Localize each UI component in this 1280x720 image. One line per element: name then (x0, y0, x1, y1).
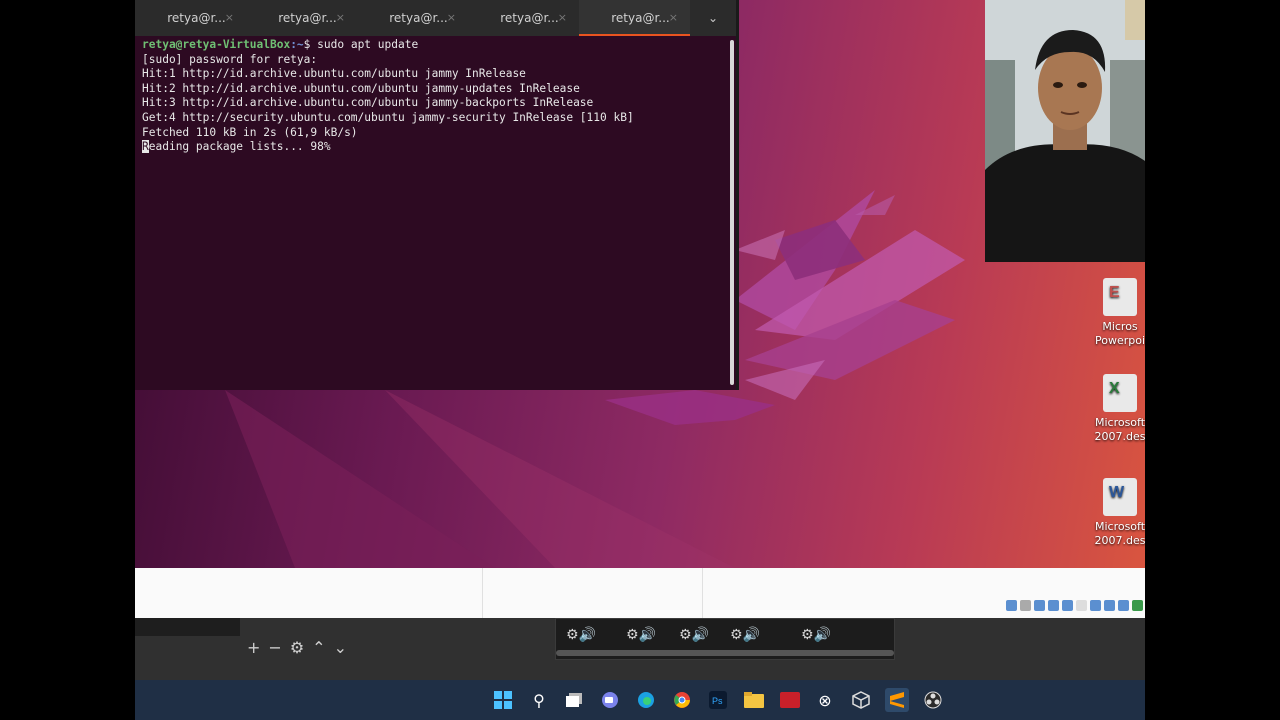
terminal-tab-bar: retya@r... × retya@r... × retya@r... × rety… (135, 0, 736, 36)
mixer-channel-settings-icon[interactable]: ⚙🔊 (730, 627, 760, 643)
desktop-icon-excel[interactable]: X Microsoft 2007.des (1085, 374, 1145, 444)
tab-close-icon[interactable]: × (225, 11, 234, 24)
mixer-channel-settings-icon[interactable]: ⚙🔊 (566, 627, 596, 643)
terminal-line: Fetched 110 kB in 2s (61,9 kB/s) (142, 125, 358, 139)
mixer-channel-settings-icon[interactable]: ⚙🔊 (626, 627, 656, 643)
edge-icon[interactable] (634, 688, 658, 712)
obs-controls-dock: + − ⚙ ⌃ ⌄ ⚙🔊 ⚙🔊 ⚙🔊 ⚙🔊 ⚙🔊 (135, 618, 1145, 680)
status-icon (1132, 600, 1143, 611)
gear-icon[interactable]: ⚙ (290, 638, 304, 657)
tab-close-icon[interactable]: × (336, 11, 345, 24)
mixer-channel-settings-icon[interactable]: ⚙🔊 (679, 627, 709, 643)
desktop-icon-label: Powerpoi (1094, 334, 1145, 347)
remove-icon[interactable]: − (268, 638, 281, 657)
tab-close-icon[interactable]: × (558, 11, 567, 24)
file-explorer-icon[interactable] (742, 688, 766, 712)
sublime-text-icon[interactable] (885, 688, 909, 712)
tab-label: retya@r... (389, 11, 448, 25)
terminal-window[interactable]: retya@r... × retya@r... × retya@r... × rety… (135, 0, 739, 390)
tab-label: retya@r... (167, 11, 226, 25)
status-icon (1020, 600, 1031, 611)
chevron-down-icon[interactable]: ⌄ (334, 638, 347, 657)
mixer-channel-settings-icon[interactable]: ⚙🔊 (801, 627, 831, 643)
terminal-scrollbar[interactable] (730, 40, 734, 385)
svg-text:Ps: Ps (712, 696, 723, 706)
obs-icon[interactable] (921, 688, 945, 712)
audio-mixer: ⚙🔊 ⚙🔊 ⚙🔊 ⚙🔊 ⚙🔊 (555, 618, 895, 660)
terminal-line: Get:4 http://security.ubuntu.com/ubuntu … (142, 110, 634, 124)
powerpoint-file-icon: E (1103, 278, 1137, 316)
word-file-icon: W (1103, 478, 1137, 516)
panel-divider (482, 568, 483, 618)
webcam-overlay (985, 0, 1145, 262)
tab-label: retya@r... (500, 11, 559, 25)
chat-icon[interactable] (598, 688, 622, 712)
person-avatar (985, 0, 1145, 262)
desktop-icon-label: Micros (1102, 320, 1138, 333)
obs-scenes-panel (135, 618, 240, 636)
status-icon (1034, 600, 1045, 611)
desktop-icon-label: 2007.des (1094, 534, 1146, 547)
status-icon (1076, 600, 1087, 611)
obs-source-toolbar: + − ⚙ ⌃ ⌄ (247, 638, 347, 657)
tab-menu-chevron-down-icon[interactable]: ⌄ (690, 0, 736, 36)
task-view-icon[interactable] (563, 688, 587, 712)
chevron-up-icon[interactable]: ⌃ (312, 638, 325, 657)
desktop-icon-word[interactable]: W Microsoft 2007.des (1085, 478, 1145, 548)
terminal-output[interactable]: retya@retya-VirtualBox:~$ sudo apt updat… (135, 36, 736, 157)
status-icon (1104, 600, 1115, 611)
mixer-scrollbar[interactable] (556, 650, 894, 656)
desktop-icon-label: Microsoft (1094, 520, 1145, 533)
terminal-command: sudo apt update (317, 38, 419, 51)
terminal-tab-2[interactable]: retya@r... × (246, 0, 357, 36)
status-icon (1090, 600, 1101, 611)
terminal-tab-4[interactable]: retya@r... × (468, 0, 579, 36)
photoshop-icon[interactable]: Ps (706, 688, 730, 712)
prompt-path: :~ (290, 38, 304, 51)
status-icon (1118, 600, 1129, 611)
status-icon (1062, 600, 1073, 611)
desktop-icon-label: Microsoft (1094, 416, 1145, 429)
desktop-icon-label: 2007.des (1094, 430, 1146, 443)
obs-preview-panel (135, 568, 1145, 618)
app-red-icon[interactable] (778, 688, 802, 712)
panel-divider (702, 568, 703, 618)
prompt-user: retya@retya-VirtualBox (142, 38, 291, 51)
tab-close-icon[interactable]: × (669, 11, 678, 24)
screen-capture: E Micros Powerpoi X Microsoft 2007.des W… (135, 0, 1145, 720)
terminal-line: Hit:2 http://id.archive.ubuntu.com/ubunt… (142, 81, 580, 95)
windows-taskbar: ⚲ Ps ⊗ (135, 680, 1145, 720)
chrome-icon[interactable] (670, 688, 694, 712)
tab-label: retya@r... (278, 11, 337, 25)
terminal-line: eading package lists... 98% (148, 140, 331, 154)
add-icon[interactable]: + (247, 638, 260, 657)
terminal-tab-1[interactable]: retya@r... × (135, 0, 246, 36)
excel-file-icon: X (1103, 374, 1137, 412)
tab-label: retya@r... (611, 11, 670, 25)
status-icon (1006, 600, 1017, 611)
terminal-line: Hit:1 http://id.archive.ubuntu.com/ubunt… (142, 67, 526, 81)
tab-close-icon[interactable]: × (447, 11, 456, 24)
vm-status-icons (1006, 600, 1143, 611)
desktop-icon-powerpoint[interactable]: E Micros Powerpoi (1085, 278, 1145, 348)
status-icon (1048, 600, 1059, 611)
terminal-cursor: R (142, 140, 149, 154)
xbox-icon[interactable]: ⊗ (813, 688, 837, 712)
terminal-line: Hit:3 http://id.archive.ubuntu.com/ubunt… (142, 96, 594, 110)
terminal-tab-5-active[interactable]: retya@r... × (579, 0, 690, 36)
search-icon[interactable]: ⚲ (527, 688, 551, 712)
prompt-symbol: $ (303, 38, 318, 51)
windows-start-icon[interactable] (491, 688, 515, 712)
terminal-line: [sudo] password for retya: (142, 52, 318, 66)
virtualbox-icon[interactable] (849, 688, 873, 712)
terminal-tab-3[interactable]: retya@r... × (357, 0, 468, 36)
